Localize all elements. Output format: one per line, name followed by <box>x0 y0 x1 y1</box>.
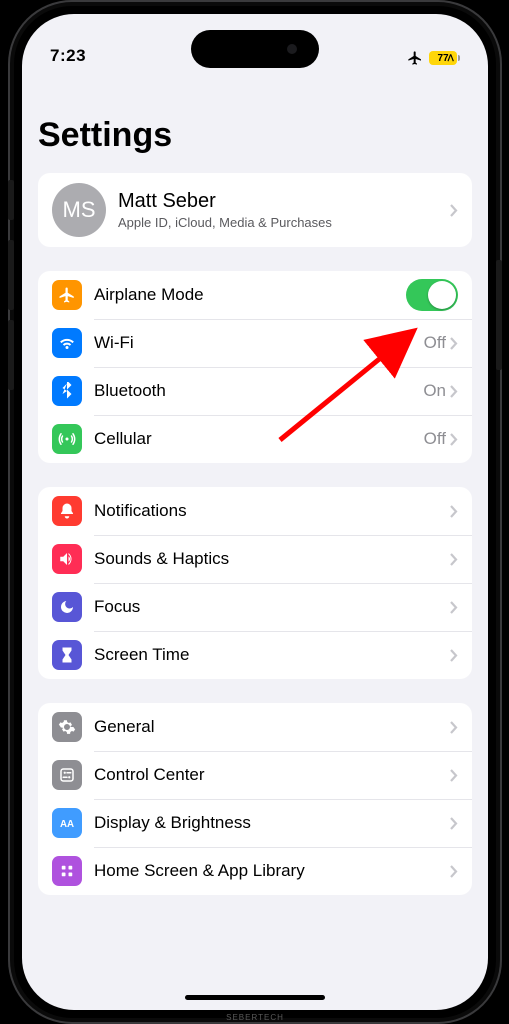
screentime-label: Screen Time <box>94 645 450 665</box>
profile-group: MS Matt Seber Apple ID, iCloud, Media & … <box>38 173 472 247</box>
home-indicator[interactable] <box>185 995 325 1000</box>
chevron-right-icon <box>450 204 458 217</box>
display-icon: AA <box>52 808 82 838</box>
control-center-label: Control Center <box>94 765 450 785</box>
general-row[interactable]: General <box>38 703 472 751</box>
chevron-right-icon <box>450 865 458 878</box>
sounds-icon <box>52 544 82 574</box>
bluetooth-row[interactable]: Bluetooth On <box>38 367 472 415</box>
settings-content: Settings MS Matt Seber Apple ID, iCloud,… <box>22 14 488 1010</box>
wifi-value: Off <box>424 333 446 353</box>
airplane-mode-label: Airplane Mode <box>94 285 406 305</box>
wifi-row[interactable]: Wi-Fi Off <box>38 319 472 367</box>
watermark: SEBERTECH <box>226 1013 284 1022</box>
apple-id-row[interactable]: MS Matt Seber Apple ID, iCloud, Media & … <box>38 173 472 247</box>
focus-row[interactable]: Focus <box>38 583 472 631</box>
profile-subtitle: Apple ID, iCloud, Media & Purchases <box>118 215 450 230</box>
airplane-mode-status-icon <box>407 50 423 66</box>
bluetooth-value: On <box>423 381 446 401</box>
airplane-mode-row[interactable]: Airplane Mode <box>38 271 472 319</box>
control-center-icon <box>52 760 82 790</box>
chevron-right-icon <box>450 601 458 614</box>
general-label: General <box>94 717 450 737</box>
screentime-icon <box>52 640 82 670</box>
battery-indicator: 77𐌡 <box>429 51 460 65</box>
chevron-right-icon <box>450 433 458 446</box>
system-group: General Control Center AA Display & Brig… <box>38 703 472 895</box>
chevron-right-icon <box>450 505 458 518</box>
focus-label: Focus <box>94 597 450 617</box>
notifications-label: Notifications <box>94 501 450 521</box>
wifi-label: Wi-Fi <box>94 333 424 353</box>
airplane-icon <box>52 280 82 310</box>
control-center-row[interactable]: Control Center <box>38 751 472 799</box>
screen: 7:23 77𐌡 Settings MS Matt Seber Apple ID… <box>22 14 488 1010</box>
avatar: MS <box>52 183 106 237</box>
cellular-row[interactable]: Cellular Off <box>38 415 472 463</box>
cellular-icon <box>52 424 82 454</box>
chevron-right-icon <box>450 649 458 662</box>
general-icon <box>52 712 82 742</box>
chevron-right-icon <box>450 385 458 398</box>
bluetooth-label: Bluetooth <box>94 381 423 401</box>
chevron-right-icon <box>450 817 458 830</box>
sounds-row[interactable]: Sounds & Haptics <box>38 535 472 583</box>
chevron-right-icon <box>450 553 458 566</box>
chevron-right-icon <box>450 769 458 782</box>
svg-text:AA: AA <box>60 819 74 830</box>
sounds-label: Sounds & Haptics <box>94 549 450 569</box>
display-label: Display & Brightness <box>94 813 450 833</box>
chevron-right-icon <box>450 337 458 350</box>
dynamic-island <box>191 30 319 68</box>
profile-name: Matt Seber <box>118 190 450 213</box>
display-row[interactable]: AA Display & Brightness <box>38 799 472 847</box>
notifications-icon <box>52 496 82 526</box>
focus-icon <box>52 592 82 622</box>
cellular-value: Off <box>424 429 446 449</box>
page-title: Settings <box>38 116 472 155</box>
phone-frame: 7:23 77𐌡 Settings MS Matt Seber Apple ID… <box>8 0 502 1024</box>
chevron-right-icon <box>450 721 458 734</box>
homescreen-row[interactable]: Home Screen & App Library <box>38 847 472 895</box>
alerts-group: Notifications Sounds & Haptics Focus Scr… <box>38 487 472 679</box>
connectivity-group: Airplane Mode Wi-Fi Off Bluetooth On <box>38 271 472 463</box>
screentime-row[interactable]: Screen Time <box>38 631 472 679</box>
status-time: 7:23 <box>50 46 86 66</box>
homescreen-icon <box>52 856 82 886</box>
cellular-label: Cellular <box>94 429 424 449</box>
wifi-icon <box>52 328 82 358</box>
airplane-mode-toggle[interactable] <box>406 279 458 311</box>
bluetooth-icon <box>52 376 82 406</box>
notifications-row[interactable]: Notifications <box>38 487 472 535</box>
homescreen-label: Home Screen & App Library <box>94 861 450 881</box>
